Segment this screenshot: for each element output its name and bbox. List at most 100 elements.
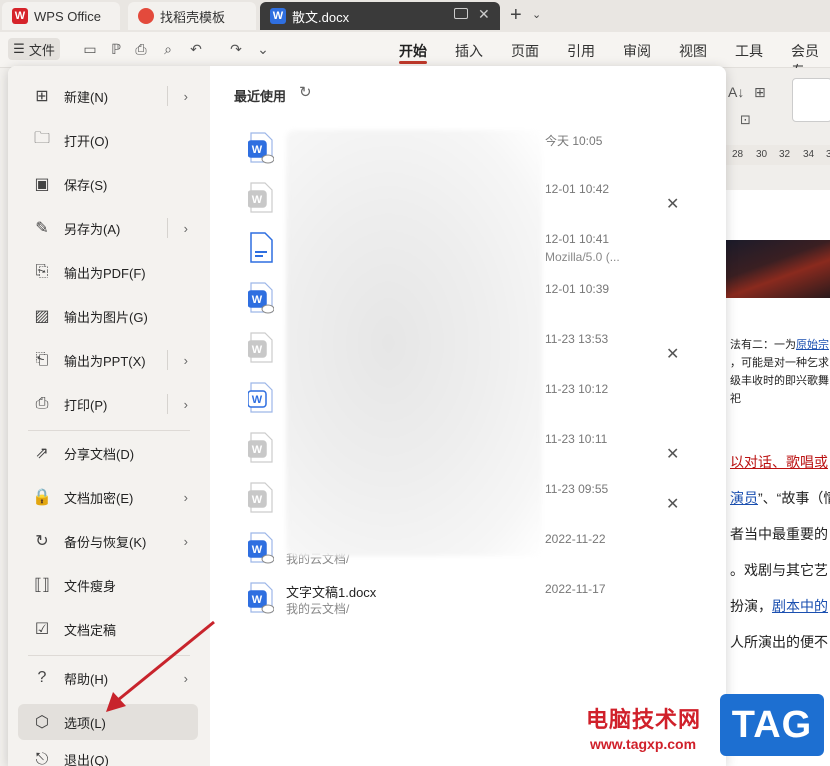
chevron-right-icon[interactable]: › xyxy=(184,89,188,104)
menu-item-exit[interactable]: ⎋ 退出(Q) xyxy=(18,750,198,766)
export-image-icon: ▨ xyxy=(34,308,50,325)
export-pdf-icon: ⎘ xyxy=(35,263,49,280)
ribbon-tab-page[interactable]: 页面 xyxy=(511,41,539,61)
paint-format-icon[interactable]: ℙ xyxy=(108,41,124,57)
word-document-icon: W xyxy=(248,282,274,314)
menu-item-save[interactable]: ▣ 保存(S) xyxy=(18,166,198,202)
border-icon[interactable]: ⊡ xyxy=(740,112,751,128)
undo-icon[interactable]: ↶ xyxy=(188,41,204,57)
menu-item-label: 另存为(A) xyxy=(64,221,121,237)
doc-link[interactable]: 原始宗 xyxy=(796,339,829,351)
screen-icon[interactable] xyxy=(454,8,468,19)
more-chevron-icon[interactable]: ⌄ xyxy=(255,41,271,57)
menu-item-options[interactable]: ⬡ 选项(L) xyxy=(18,704,198,740)
remove-recent-icon[interactable]: ✕ xyxy=(666,344,679,364)
chevron-right-icon[interactable]: › xyxy=(184,397,188,412)
doc-link[interactable]: 演员 xyxy=(730,490,758,506)
svg-text:W: W xyxy=(252,594,263,606)
menu-item-finalize[interactable]: ☑ 文档定稿 xyxy=(18,611,198,647)
chevron-down-icon[interactable]: ⌄ xyxy=(532,8,541,21)
recent-file-time: 11-23 09:55 xyxy=(545,482,609,496)
sort-icon[interactable]: A↓ xyxy=(728,84,744,100)
recent-file-path: 我的云文档/ xyxy=(286,602,350,616)
lock-icon: 🔒 xyxy=(32,489,52,506)
save-icon: ▣ xyxy=(34,176,50,193)
recent-files-panel: 最近使用 ↻ W 今天 10:05 W 12-01 10:42 ✕ 12-01 10:41… xyxy=(210,66,726,766)
ribbon-tab-home[interactable]: 开始 xyxy=(399,41,427,61)
svg-text:W: W xyxy=(252,144,263,156)
doc-link[interactable]: 剧本中的 xyxy=(772,598,828,614)
ribbon-tab-review[interactable]: 审阅 xyxy=(623,41,651,61)
doc-line: 祀 xyxy=(730,393,741,405)
menu-item-export-ppt[interactable]: ⎗ 输出为PPT(X) › xyxy=(18,342,198,378)
remove-recent-icon[interactable]: ✕ xyxy=(666,444,679,464)
svg-text:W: W xyxy=(252,194,263,206)
ribbon-tab-references[interactable]: 引用 xyxy=(567,41,595,61)
ribbon-tab-tools[interactable]: 工具 xyxy=(735,41,763,61)
print-preview-icon[interactable]: ⌕ xyxy=(160,41,176,57)
style-preview[interactable] xyxy=(792,78,830,122)
settings-icon: ⬡ xyxy=(35,714,49,731)
menu-item-label: 打开(O) xyxy=(64,133,109,149)
recent-title: 最近使用 xyxy=(234,89,287,104)
menu-item-help[interactable]: ? 帮助(H) › xyxy=(18,660,198,696)
export-ppt-icon: ⎗ xyxy=(35,351,49,368)
remove-recent-icon[interactable]: ✕ xyxy=(666,494,679,514)
menu-item-backup[interactable]: ↻ 备份与恢复(K) › xyxy=(18,523,198,559)
blurred-filenames xyxy=(286,130,542,556)
print-icon[interactable]: ⎙ xyxy=(133,41,149,57)
file-menu-panel: ⊞ 新建(N) › 🗀 打开(O) ▣ 保存(S) ✎ 另存为(A) › ⎘ 输… xyxy=(8,66,726,766)
save-icon[interactable]: ▭ xyxy=(82,41,98,57)
chevron-right-icon[interactable]: › xyxy=(184,534,188,549)
doc-line: 法有二：一为原始宗 xyxy=(730,339,829,351)
ribbon-tab-insert[interactable]: 插入 xyxy=(455,41,483,61)
menu-item-label: 备份与恢复(K) xyxy=(64,534,147,550)
document-image[interactable] xyxy=(726,240,830,298)
recent-file-row[interactable]: W 文字文稿1.docx 我的云文档/2022-11-17 xyxy=(234,576,704,626)
word-document-icon: W xyxy=(248,182,273,213)
ruler-tick: 30 xyxy=(756,149,768,160)
menu-item-new[interactable]: ⊞ 新建(N) › xyxy=(18,78,198,114)
finalize-icon: ☑ xyxy=(34,621,50,638)
tab-docer-templates[interactable]: 找稻壳模板 xyxy=(128,2,256,30)
menu-separator xyxy=(28,430,190,431)
menu-item-print[interactable]: ⎙ 打印(P) › xyxy=(18,386,198,422)
menu-item-label: 文档加密(E) xyxy=(64,490,134,506)
save-as-icon: ✎ xyxy=(35,220,49,237)
folder-open-icon: 🗀 xyxy=(33,129,50,147)
file-menu-button[interactable]: ☰ 文件 xyxy=(8,38,60,60)
doc-line: 演员”、“故事（情 xyxy=(730,490,830,506)
file-menu-sidebar: ⊞ 新建(N) › 🗀 打开(O) ▣ 保存(S) ✎ 另存为(A) › ⎘ 输… xyxy=(8,66,210,766)
tab-current-document[interactable]: W 散文.docx ✕ xyxy=(260,2,500,30)
menu-item-label: 文档定稿 xyxy=(64,622,117,638)
menu-item-export-pdf[interactable]: ⎘ 输出为PDF(F) xyxy=(18,254,198,290)
remove-recent-icon[interactable]: ✕ xyxy=(666,194,679,214)
menu-item-slim[interactable]: ⟦⟧ 文件瘦身 xyxy=(18,567,198,603)
redo-icon[interactable]: ↷ xyxy=(228,41,244,57)
chevron-right-icon[interactable]: › xyxy=(184,353,188,368)
menu-item-open[interactable]: 🗀 打开(O) xyxy=(18,122,198,158)
ruler-tick: 34 xyxy=(803,149,815,160)
ruler: 28 30 32 34 3 xyxy=(726,145,830,165)
menu-item-encrypt[interactable]: 🔒 文档加密(E) › xyxy=(18,479,198,515)
tab-wps-office[interactable]: W WPS Office xyxy=(2,2,120,30)
menu-item-save-as[interactable]: ✎ 另存为(A) › xyxy=(18,210,198,246)
new-tab-icon[interactable]: + xyxy=(510,4,522,27)
recent-file-time: 2022-11-17 xyxy=(545,582,606,596)
menu-item-label: 保存(S) xyxy=(64,177,108,193)
chevron-right-icon[interactable]: › xyxy=(184,671,188,686)
grid-icon[interactable]: ⊞ xyxy=(754,84,766,101)
word-document-icon: W xyxy=(248,382,273,413)
docer-icon xyxy=(138,8,154,24)
ribbon-tab-view[interactable]: 视图 xyxy=(679,41,707,61)
word-document-icon: W xyxy=(248,432,273,463)
text-document-icon xyxy=(250,232,273,263)
close-tab-icon[interactable]: ✕ xyxy=(478,6,490,23)
doc-line: 人所演出的便不 xyxy=(730,634,828,650)
chevron-right-icon[interactable]: › xyxy=(184,221,188,236)
refresh-icon[interactable]: ↻ xyxy=(299,83,312,101)
chevron-right-icon[interactable]: › xyxy=(184,490,188,505)
menu-item-export-image[interactable]: ▨ 输出为图片(G) xyxy=(18,298,198,334)
menu-item-label: 帮助(H) xyxy=(64,671,109,687)
menu-item-share[interactable]: ⇗ 分享文档(D) xyxy=(18,435,198,471)
